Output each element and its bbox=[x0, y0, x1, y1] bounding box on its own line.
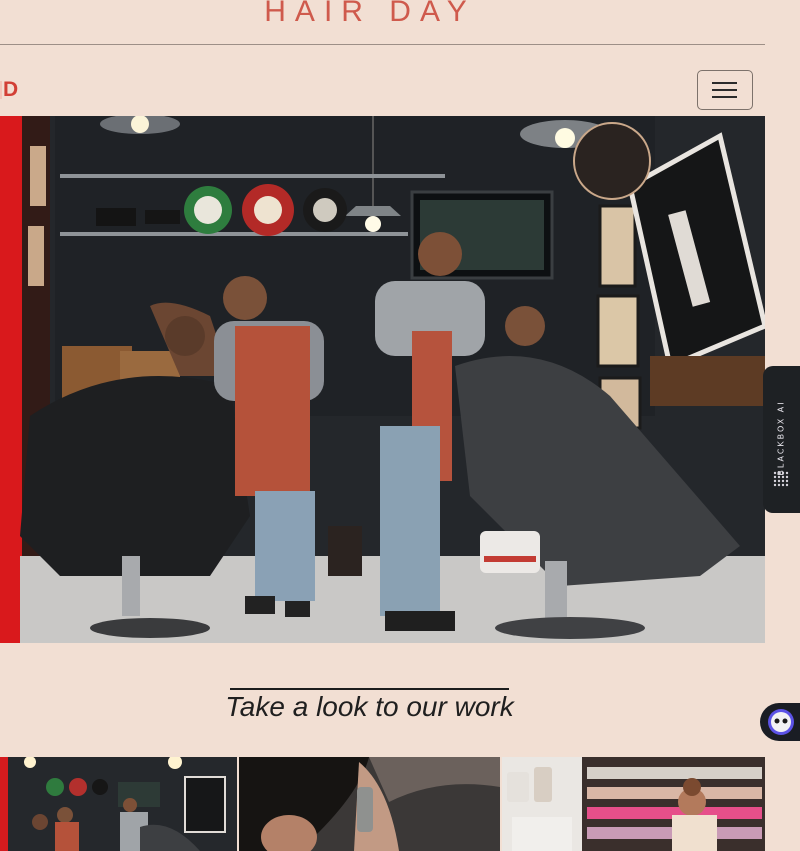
robot-face-icon bbox=[768, 709, 794, 735]
blackbox-ai-label: BLACKBOX AI bbox=[776, 400, 786, 476]
section-heading: Take a look to our work bbox=[225, 691, 514, 722]
logo-letter: D bbox=[3, 78, 19, 101]
work-gallery bbox=[0, 757, 765, 851]
hamburger-icon bbox=[712, 89, 737, 91]
gallery-image[interactable] bbox=[0, 757, 237, 851]
menu-toggle-button[interactable] bbox=[697, 70, 753, 110]
hamburger-icon bbox=[712, 82, 737, 84]
header-divider bbox=[0, 44, 765, 45]
hamburger-icon bbox=[712, 96, 737, 98]
dots-grid-icon bbox=[773, 471, 789, 487]
gallery-image[interactable] bbox=[502, 757, 765, 851]
navbar: D bbox=[0, 64, 765, 116]
blackbox-bot-button[interactable] bbox=[760, 703, 800, 741]
logo-accent bbox=[0, 81, 2, 99]
hero-image bbox=[0, 116, 765, 643]
site-title: HAIR DAY bbox=[264, 0, 476, 28]
beard-trim-thumb bbox=[239, 757, 500, 851]
salon-shelves-thumb bbox=[502, 757, 765, 851]
barbershop-illustration bbox=[0, 116, 765, 643]
gallery-image[interactable] bbox=[239, 757, 500, 851]
brand-logo[interactable]: D bbox=[0, 77, 19, 103]
barbershop-interior-thumb bbox=[0, 757, 237, 851]
